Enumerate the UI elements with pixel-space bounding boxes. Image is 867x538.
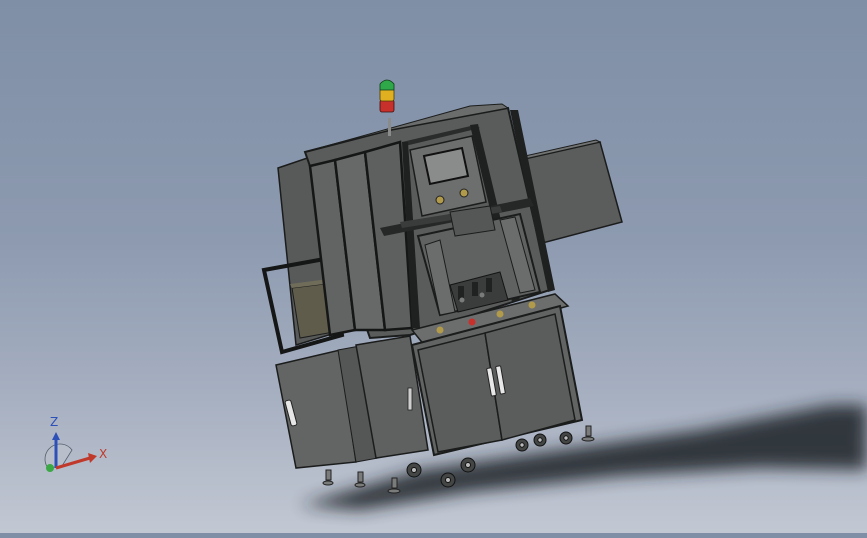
signal-light-red xyxy=(379,99,395,113)
table-button-4 xyxy=(528,301,536,309)
triad-z-label: Z xyxy=(50,415,59,429)
signal-light-amber xyxy=(379,88,395,102)
hmi-button-right xyxy=(459,188,469,198)
table-button-3 xyxy=(496,310,504,318)
triad-y-axis xyxy=(46,464,54,472)
table-button-2 xyxy=(468,318,476,326)
coordinate-triad xyxy=(44,432,97,472)
table-button-1 xyxy=(436,326,444,334)
machine-model-view[interactable] xyxy=(0,0,867,533)
cabinet-handle-mid xyxy=(407,387,413,411)
triad-x-label: X xyxy=(99,447,108,461)
cad-graphics-viewport[interactable]: Z X xyxy=(0,0,867,533)
signal-tower-pole xyxy=(388,118,391,136)
hmi-button-left xyxy=(435,195,445,205)
signal-light-green xyxy=(379,79,395,91)
